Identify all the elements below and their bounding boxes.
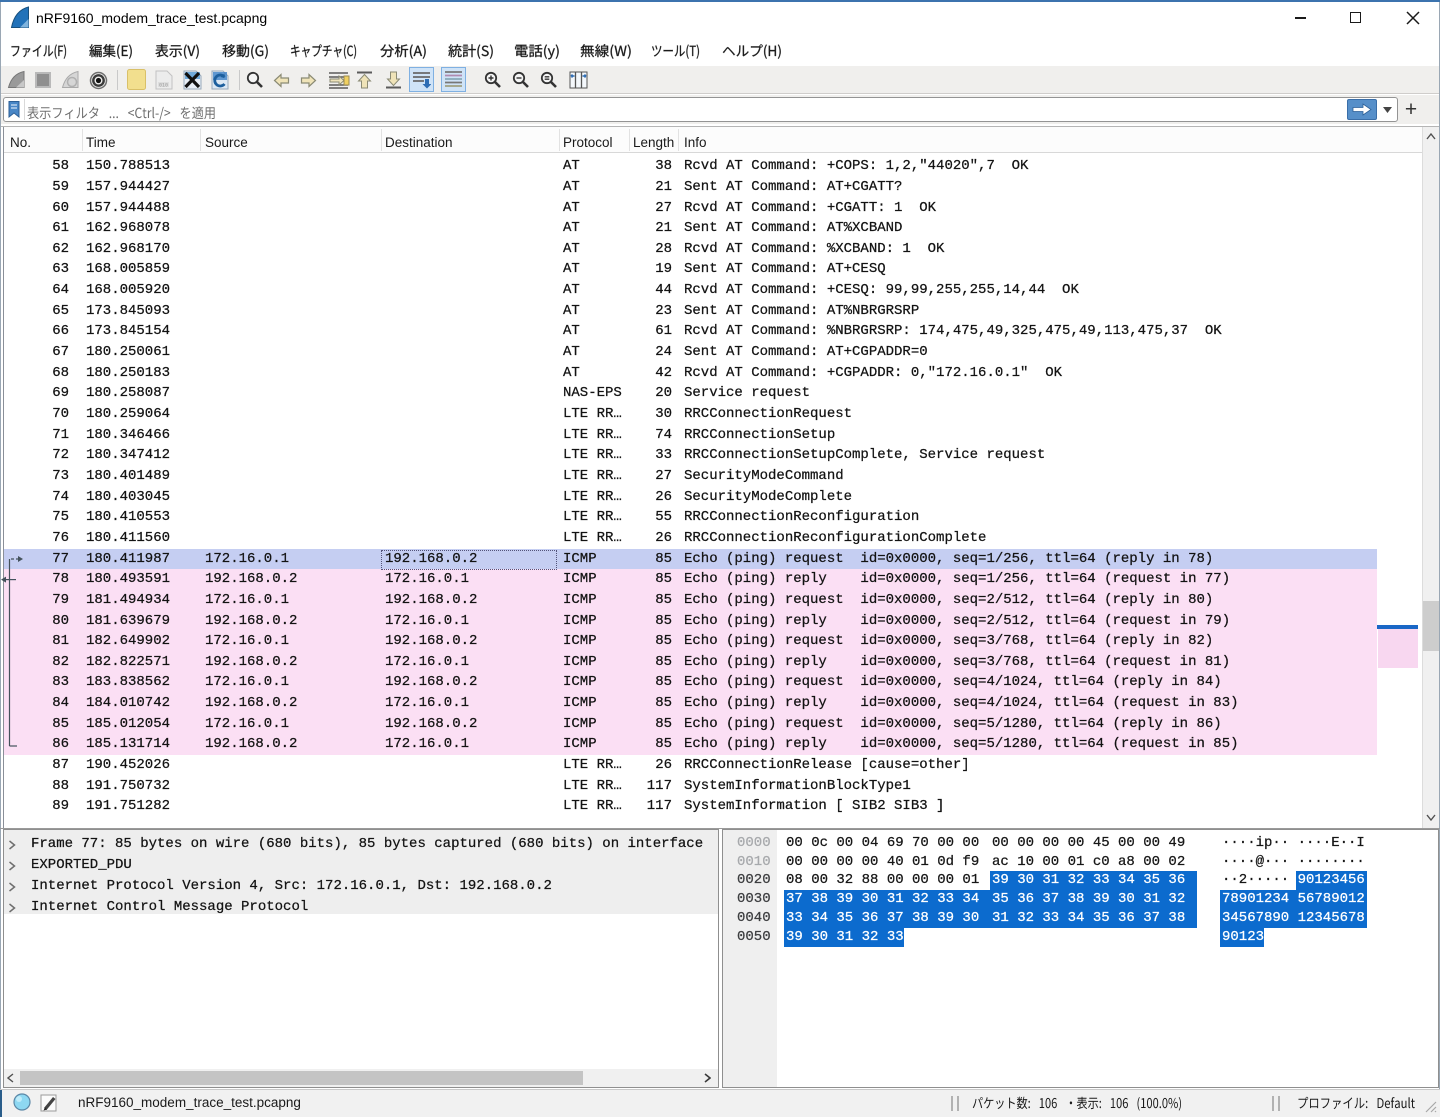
svg-text:010: 010	[159, 83, 168, 89]
